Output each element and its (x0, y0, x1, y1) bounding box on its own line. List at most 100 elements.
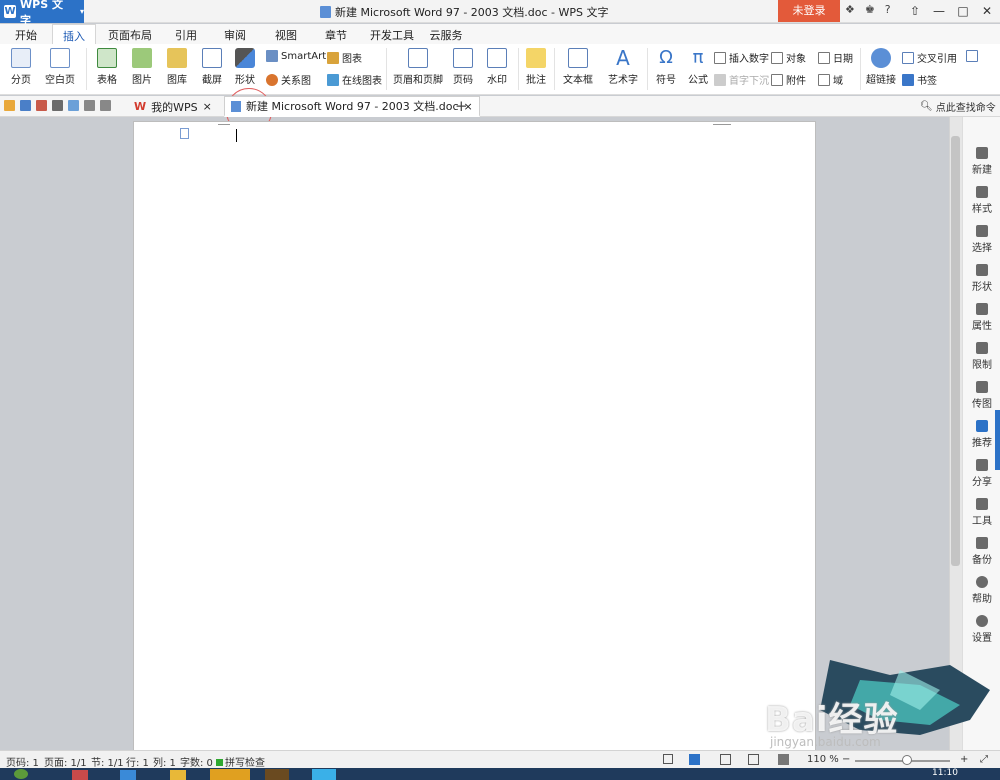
hyperlink-button[interactable]: 超链接 (864, 48, 898, 86)
panel-select[interactable]: 选择 (963, 225, 1000, 254)
restore-icon[interactable]: ⇧ (903, 0, 927, 22)
minimize-button[interactable]: — (927, 0, 951, 22)
panel-new[interactable]: 新建 (963, 147, 1000, 176)
panel-properties[interactable]: 属性 (963, 303, 1000, 332)
zoom-level[interactable]: 110 % (807, 754, 839, 765)
formula-button[interactable]: π 公式 (684, 48, 712, 87)
fit-page-icon[interactable]: ⤢ (980, 754, 988, 765)
zoom-in-button[interactable]: + (960, 754, 968, 765)
page-break-button[interactable]: 分页 (6, 48, 36, 86)
tab-references[interactable]: 引用 (164, 24, 208, 44)
taskbar-app-icon[interactable] (72, 770, 88, 780)
scrollbar-thumb[interactable] (951, 136, 960, 566)
taskbar-app-icon[interactable] (312, 769, 336, 780)
save-icon[interactable] (20, 100, 31, 111)
header-footer-icon (408, 48, 428, 68)
web-view-icon[interactable] (748, 754, 759, 765)
panel-restrict[interactable]: 限制 (963, 342, 1000, 371)
panel-settings[interactable]: 设置 (963, 615, 1000, 644)
shirt-icon[interactable]: ♚ (865, 3, 875, 16)
date-button[interactable]: 日期 (818, 50, 853, 65)
chart-button[interactable]: 图表 (327, 50, 362, 65)
taskbar-app-icon[interactable] (265, 769, 289, 780)
print-icon[interactable] (52, 100, 63, 111)
document-page[interactable] (133, 121, 816, 761)
skin-icon[interactable]: ❖ (845, 3, 855, 16)
object-button[interactable]: 对象 (771, 50, 806, 65)
command-search[interactable]: 🔍︎ 点此查找命令 (920, 99, 996, 114)
online-chart-button[interactable]: 在线图表 (327, 72, 382, 87)
label: 推荐 (972, 438, 992, 449)
close-button[interactable]: ✕ (975, 0, 999, 22)
tab-review[interactable]: 审阅 (208, 24, 262, 44)
tab-cloud[interactable]: 云服务 (422, 24, 470, 44)
tab-start[interactable]: 开始 (0, 24, 52, 44)
close-icon[interactable]: × (203, 100, 212, 113)
taskbar-app-icon[interactable] (170, 770, 186, 780)
app-menu-button[interactable]: W WPS 文字 ▾ (0, 0, 84, 27)
relation-graph-button[interactable]: 关系图 (266, 72, 311, 87)
page-number-button[interactable]: 页码 (448, 48, 478, 86)
taskbar-wps-icon[interactable] (210, 769, 250, 780)
panel-shape[interactable]: 形状 (963, 264, 1000, 293)
start-orb-icon[interactable] (14, 769, 28, 779)
spell-check-toggle[interactable]: 拼写检查 (216, 754, 265, 769)
panel-tools[interactable]: 工具 (963, 498, 1000, 527)
picture-button[interactable]: 图片 (127, 48, 157, 86)
label: 公式 (688, 75, 708, 86)
attachment-button[interactable]: 附件 (771, 72, 806, 87)
zoom-slider-handle[interactable] (902, 755, 912, 765)
panel-backup[interactable]: 备份 (963, 537, 1000, 566)
cross-reference-button[interactable]: 交叉引用 (902, 50, 957, 65)
reading-view-icon[interactable] (778, 754, 789, 765)
redo-icon[interactable] (100, 100, 111, 111)
fullscreen-icon[interactable] (663, 754, 673, 764)
tab-document[interactable]: 新建 Microsoft Word 97 - 2003 文档.doc × (224, 96, 480, 117)
label: 插入数字 (729, 54, 769, 65)
outline-view-icon[interactable] (720, 754, 731, 765)
zoom-out-button[interactable]: − (842, 754, 850, 765)
export-pdf-icon[interactable] (36, 100, 47, 111)
field-button[interactable]: 域 (818, 72, 843, 87)
insert-number-button[interactable]: 插入数字 (714, 50, 769, 65)
paste-options-icon[interactable] (180, 128, 189, 139)
panel-help[interactable]: 帮助 (963, 576, 1000, 605)
divider (86, 48, 87, 90)
login-button[interactable]: 未登录 (778, 0, 840, 22)
tab-page-layout[interactable]: 页面布局 (96, 24, 164, 44)
tab-view[interactable]: 视图 (262, 24, 310, 44)
panel-upload-image[interactable]: 传图 (963, 381, 1000, 410)
wordart-button[interactable]: A 艺术字 (603, 48, 643, 86)
table-button[interactable]: 表格 (92, 48, 122, 86)
open-folder-icon[interactable] (4, 100, 15, 111)
more-button[interactable] (966, 50, 978, 62)
panel-style[interactable]: 样式 (963, 186, 1000, 215)
bookmark-button[interactable]: 书签 (902, 72, 937, 87)
tab-section[interactable]: 章节 (310, 24, 362, 44)
symbol-button[interactable]: Ω 符号 (651, 48, 681, 87)
drop-cap-button[interactable]: 首字下沉 (714, 72, 769, 87)
smartart-button[interactable]: SmartArt (266, 50, 326, 62)
tab-my-wps[interactable]: W 我的WPS × (128, 96, 218, 117)
document-icon (320, 6, 331, 18)
watermark-button[interactable]: 水印 (482, 48, 512, 86)
print-preview-icon[interactable] (68, 100, 79, 111)
label: 传图 (972, 399, 992, 410)
screenshot-button[interactable]: 截屏 (197, 48, 227, 86)
taskbar-app-icon[interactable] (120, 770, 136, 780)
tab-insert[interactable]: 插入 (52, 24, 96, 44)
help-icon[interactable]: ? (885, 3, 891, 16)
comment-button[interactable]: 批注 (522, 48, 550, 86)
undo-icon[interactable] (84, 100, 95, 111)
style-icon (976, 186, 988, 198)
maximize-button[interactable]: □ (951, 0, 975, 22)
tab-developer[interactable]: 开发工具 (362, 24, 422, 44)
header-footer-button[interactable]: 页眉和页脚 (392, 48, 444, 86)
shapes-button[interactable]: 形状 (230, 48, 260, 86)
page-view-icon[interactable] (689, 754, 700, 765)
blank-page-button[interactable]: 空白页 (40, 48, 80, 86)
gallery-button[interactable]: 图库 (162, 48, 192, 86)
panel-expand-tab[interactable] (995, 410, 1000, 470)
new-tab-button[interactable]: + (455, 97, 468, 115)
textbox-button[interactable]: 文本框 (558, 48, 598, 86)
